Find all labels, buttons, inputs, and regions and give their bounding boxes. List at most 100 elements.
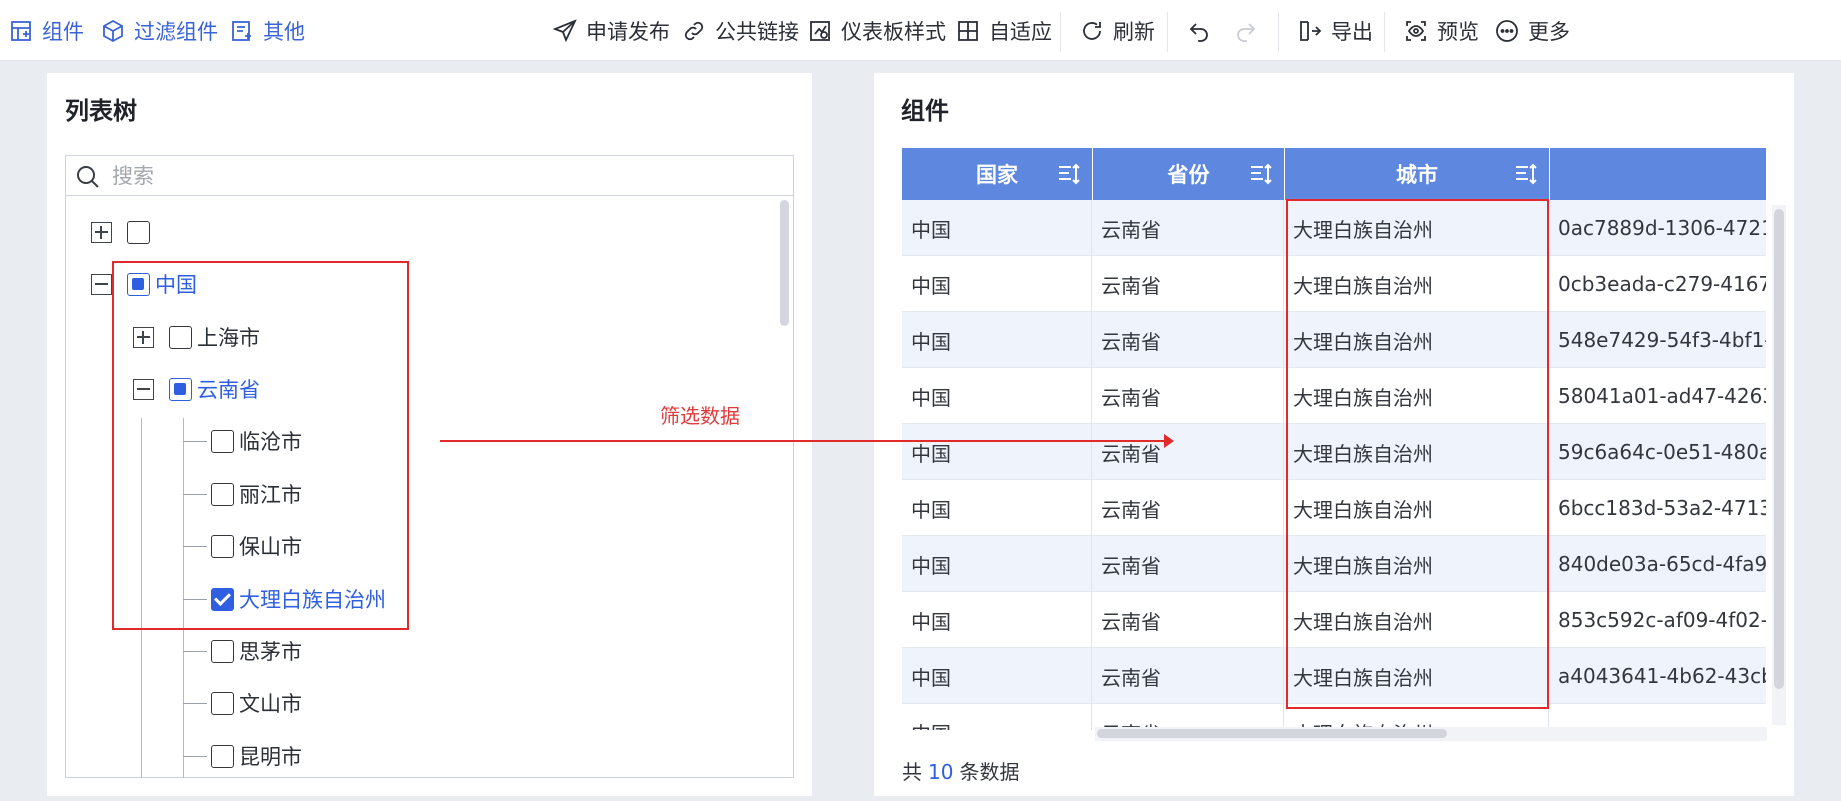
table-cell: 云南省 — [1092, 256, 1284, 312]
toolbar-preview-button[interactable]: 预览 — [1404, 0, 1479, 61]
tree-scrollbar[interactable] — [780, 200, 789, 326]
toolbar-dashboard-style-button[interactable]: 仪表板样式 — [808, 0, 946, 61]
table-cell: 6bcc183d-53a2-4713-8 — [1558, 496, 1766, 520]
toolbar-refresh-label: 刷新 — [1113, 19, 1155, 44]
sort-icon[interactable] — [1513, 161, 1539, 187]
table-cell: 云南省 — [1092, 424, 1284, 480]
table-cell: 云南省 — [1092, 312, 1284, 368]
toolbar-undo-button[interactable] — [1187, 0, 1220, 61]
tree-branch-line — [183, 703, 207, 704]
dashboard-style-icon — [810, 20, 830, 41]
table-cell: 0cb3eada-c279-4167-b — [1558, 272, 1766, 296]
toolbar-preview-label: 预览 — [1437, 19, 1479, 44]
column-header-country[interactable]: 国家 — [902, 148, 1092, 200]
toolbar-more-button[interactable]: 更多 — [1495, 0, 1570, 61]
toolbar-component-button[interactable]: 组件 — [9, 0, 84, 61]
toolbar-publish-label: 申请发布 — [586, 19, 670, 44]
tree-branch-line — [183, 651, 207, 652]
row-count: 10 — [928, 760, 954, 784]
column-header-city[interactable]: 城市 — [1285, 148, 1549, 200]
toolbar-public-link-button[interactable]: 公共链接 — [682, 0, 799, 61]
footer-suffix: 条数据 — [959, 760, 1020, 784]
annotation-arrow — [440, 434, 1174, 448]
scrollbar-thumb[interactable] — [1097, 729, 1447, 738]
checkbox[interactable] — [211, 744, 234, 768]
filter-component-icon — [103, 19, 123, 42]
undo-icon — [1189, 22, 1208, 42]
send-icon — [553, 18, 577, 42]
table-horizontal-scrollbar[interactable] — [1095, 727, 1767, 741]
search-icon — [77, 166, 99, 188]
tree-panel-title: 列表树 — [65, 97, 137, 125]
toolbar-refresh-button[interactable]: 刷新 — [1080, 0, 1155, 61]
sort-icon[interactable] — [1056, 161, 1082, 187]
table-cell: 0ac7889d-1306-4721-a — [1558, 216, 1766, 240]
table-cell: 云南省 — [1092, 480, 1284, 536]
annotation-label: 筛选数据 — [660, 404, 740, 428]
table-cell: 840de03a-65cd-4fa9-8 — [1558, 552, 1766, 576]
table-cell: 548e7429-54f3-4bf1-8 — [1558, 328, 1766, 352]
table-cell: 58041a01-ad47-4263-b — [1558, 384, 1766, 408]
table-footer: 共 10 条数据 — [902, 756, 1019, 785]
table-cell: 59c6a64c-0e51-480a-9 — [1558, 440, 1766, 464]
sort-icon[interactable] — [1248, 161, 1274, 187]
toolbar-adaptive-button[interactable]: 自适应 — [956, 0, 1052, 61]
toolbar-divider — [1384, 12, 1385, 52]
other-icon — [232, 20, 251, 41]
toolbar-export-button[interactable]: 导出 — [1298, 0, 1373, 61]
expand-icon[interactable] — [91, 221, 112, 243]
tree-node-label: 思茅市 — [239, 640, 302, 664]
tree-node-root[interactable] — [91, 215, 155, 249]
footer-prefix: 共 — [902, 760, 922, 784]
checkbox[interactable] — [211, 639, 234, 663]
tree-node-label: 昆明市 — [239, 745, 302, 769]
table-cell: 中国 — [902, 704, 1092, 730]
column-header-label: 国家 — [976, 163, 1018, 187]
table-cell: 云南省 — [1092, 592, 1284, 648]
tree-node-kunming[interactable]: 昆明市 — [211, 739, 302, 773]
adaptive-icon — [958, 20, 978, 41]
table-cell: 中国 — [902, 256, 1092, 312]
tree-branch-line — [183, 756, 207, 757]
toolbar-other-button[interactable]: 其他 — [230, 0, 305, 61]
toolbar-more-label: 更多 — [1528, 19, 1570, 44]
toolbar-dashboard-style-label: 仪表板样式 — [841, 19, 946, 44]
toolbar-export-label: 导出 — [1331, 19, 1373, 44]
table-cell: 中国 — [902, 312, 1092, 368]
column-header-province[interactable]: 省份 — [1093, 148, 1284, 200]
toolbar: 组件 过滤组件 其他 申请发布 公共链接 仪表板样式 自适应 刷新 导出 预览 … — [0, 0, 1841, 61]
table-cell: 中国 — [902, 424, 1092, 480]
table-header: 国家 省份 城市 — [902, 148, 1766, 200]
column-header-label: 省份 — [1167, 163, 1210, 187]
table-cell: 云南省 — [1092, 536, 1284, 592]
toolbar-divider — [1278, 12, 1279, 52]
table-cell: 中国 — [902, 480, 1092, 536]
toolbar-public-link-label: 公共链接 — [715, 19, 799, 44]
refresh-icon — [1083, 21, 1101, 40]
toolbar-other-label: 其他 — [263, 19, 305, 44]
collapse-icon[interactable] — [91, 273, 112, 295]
column-header-id[interactable] — [1550, 148, 1766, 200]
export-icon — [1300, 20, 1322, 41]
table-cell: a4043641-4b62-43cb-b — [1558, 664, 1766, 688]
table-cell: 中国 — [902, 648, 1092, 704]
table-cell: 云南省 — [1092, 368, 1284, 424]
checkbox[interactable] — [127, 220, 150, 244]
tree-highlight-box — [112, 261, 409, 630]
toolbar-adaptive-label: 自适应 — [989, 19, 1052, 44]
toolbar-publish-button[interactable]: 申请发布 — [553, 0, 670, 61]
column-header-label: 城市 — [1396, 163, 1438, 187]
tree-node-simao[interactable]: 思茅市 — [211, 634, 302, 668]
toolbar-divider — [1060, 12, 1061, 52]
scrollbar-thumb[interactable] — [1774, 209, 1784, 689]
tree-search-input[interactable] — [112, 160, 772, 191]
preview-icon — [1406, 20, 1426, 41]
column-highlight-box — [1286, 199, 1549, 709]
component-icon — [11, 20, 31, 41]
toolbar-filter-component-button[interactable]: 过滤组件 — [101, 0, 218, 61]
table-cell: 云南省 — [1092, 648, 1284, 704]
tree-node-wenshan[interactable]: 文山市 — [211, 686, 302, 720]
toolbar-redo-button[interactable] — [1234, 0, 1267, 61]
checkbox[interactable] — [211, 691, 234, 715]
table-vertical-scrollbar[interactable] — [1772, 205, 1786, 725]
